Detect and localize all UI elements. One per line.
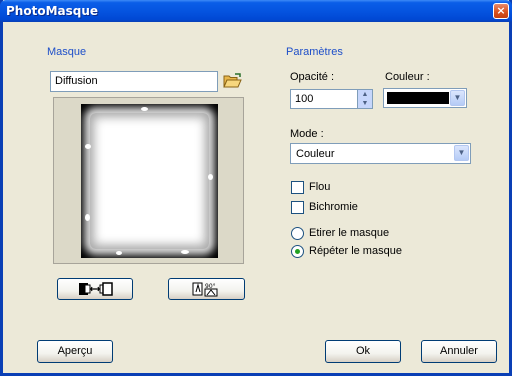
radio-selected-dot	[295, 249, 300, 254]
params-section-label: Paramètres	[286, 46, 343, 58]
mask-image	[81, 104, 218, 258]
bichromie-checkbox[interactable]	[291, 201, 304, 214]
close-button[interactable]: ×	[493, 3, 509, 19]
opacity-spinner[interactable]: ▲ ▼	[358, 89, 373, 109]
mode-value: Couleur	[296, 148, 335, 160]
mask-preview	[53, 97, 244, 264]
flip-horizontal-icon	[79, 282, 113, 296]
mode-dropdown[interactable]: Couleur ▼	[290, 143, 471, 164]
bichromie-label[interactable]: Bichromie	[309, 201, 358, 213]
open-folder-icon[interactable]	[223, 73, 242, 89]
spin-down-icon[interactable]: ▼	[358, 99, 372, 108]
flou-label[interactable]: Flou	[309, 181, 330, 193]
preview-button[interactable]: Aperçu	[37, 340, 113, 363]
flou-checkbox[interactable]	[291, 181, 304, 194]
flip-mask-button[interactable]	[57, 278, 133, 300]
rotate-mask-button[interactable]: 90°	[168, 278, 245, 300]
opacity-value: 100	[295, 93, 314, 105]
photomasque-dialog: PhotoMasque × Masque Diffusion 90° Param…	[0, 0, 512, 376]
ok-button[interactable]: Ok	[325, 340, 401, 363]
mask-name-value: Diffusion	[55, 75, 98, 87]
color-dropdown[interactable]: ▼	[383, 88, 467, 108]
mode-label: Mode :	[290, 128, 324, 140]
opacity-label: Opacité :	[290, 71, 335, 83]
chevron-down-icon[interactable]: ▼	[454, 145, 469, 161]
cancel-button-label: Annuler	[440, 345, 478, 357]
stretch-mask-radio[interactable]	[291, 227, 304, 240]
repeat-mask-radio[interactable]	[291, 245, 304, 258]
chevron-down-icon[interactable]: ▼	[450, 90, 465, 106]
title-bar[interactable]: PhotoMasque ×	[0, 0, 512, 22]
close-icon: ×	[496, 4, 506, 17]
mask-section-label: Masque	[47, 46, 87, 58]
mask-name-field[interactable]: Diffusion	[50, 71, 218, 92]
repeat-mask-label[interactable]: Répéter le masque	[309, 245, 402, 257]
cancel-button[interactable]: Annuler	[421, 340, 497, 363]
rotate-90-icon: 90°	[192, 282, 217, 297]
opacity-field[interactable]: 100	[290, 89, 358, 109]
window-title: PhotoMasque	[6, 4, 99, 18]
color-label: Couleur :	[385, 71, 430, 83]
stretch-mask-label[interactable]: Etirer le masque	[309, 227, 389, 239]
preview-button-label: Aperçu	[57, 345, 93, 357]
spin-up-icon[interactable]: ▲	[358, 90, 372, 99]
color-swatch	[387, 92, 449, 104]
ok-button-label: Ok	[355, 345, 371, 357]
